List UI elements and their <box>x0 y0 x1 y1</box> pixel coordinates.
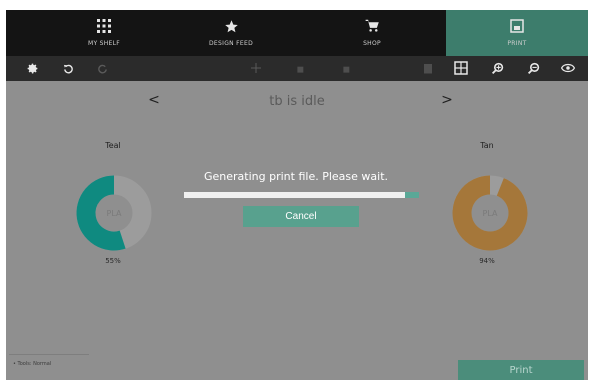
undo-icon[interactable] <box>60 60 76 76</box>
right-material-type: PLA <box>483 209 498 218</box>
app-window: MY SHELF DESIGN FEED SHOP PRINT < tb is … <box>6 10 588 380</box>
next-printer-button[interactable]: > <box>440 92 454 108</box>
progress-fill <box>184 192 408 198</box>
tab-print[interactable]: PRINT <box>446 10 588 56</box>
star-icon <box>171 18 291 34</box>
printer-status-text: tb is idle <box>269 94 325 109</box>
printer-status: < tb is idle > <box>6 92 588 112</box>
scale-icon[interactable] <box>339 60 355 76</box>
cancel-button[interactable]: Cancel <box>243 206 359 227</box>
tab-shop[interactable]: SHOP <box>312 10 432 56</box>
generating-message: Generating print file. Please wait. <box>204 170 388 183</box>
zoom-in-icon[interactable] <box>489 60 505 76</box>
move-icon[interactable] <box>248 60 264 76</box>
right-material-donut[interactable]: PLA <box>449 172 531 254</box>
left-material-type: PLA <box>107 209 122 218</box>
zoom-out-icon[interactable] <box>525 60 541 76</box>
print-button[interactable]: Print <box>458 360 584 380</box>
tab-label: DESIGN FEED <box>209 40 253 47</box>
top-navigation: MY SHELF DESIGN FEED SHOP PRINT <box>6 10 588 56</box>
tab-label: PRINT <box>507 40 527 47</box>
printer-icon <box>446 18 588 34</box>
tab-label: MY SHELF <box>87 40 121 47</box>
left-material-percent: 55% <box>105 257 121 265</box>
trash-icon[interactable] <box>420 60 436 76</box>
cart-icon <box>312 18 432 34</box>
redo-icon[interactable] <box>94 60 110 76</box>
progress-bar <box>184 192 419 198</box>
progress-indicator <box>405 192 419 198</box>
left-material-name: Teal <box>105 141 121 150</box>
grid-icon <box>44 18 164 34</box>
rotate-icon[interactable] <box>293 60 309 76</box>
right-material-name: Tan <box>480 141 494 150</box>
toolbar <box>6 56 588 81</box>
footer-status: • Tools: Normal <box>9 354 89 372</box>
tab-my-shelf[interactable]: MY SHELF <box>44 10 164 56</box>
left-material-donut[interactable]: PLA <box>73 172 155 254</box>
right-material-percent: 94% <box>479 257 495 265</box>
layout-icon[interactable] <box>453 60 469 76</box>
tab-design-feed[interactable]: DESIGN FEED <box>171 10 291 56</box>
tab-label: SHOP <box>363 40 381 47</box>
eye-icon[interactable] <box>560 60 576 76</box>
gear-icon[interactable] <box>24 60 40 76</box>
